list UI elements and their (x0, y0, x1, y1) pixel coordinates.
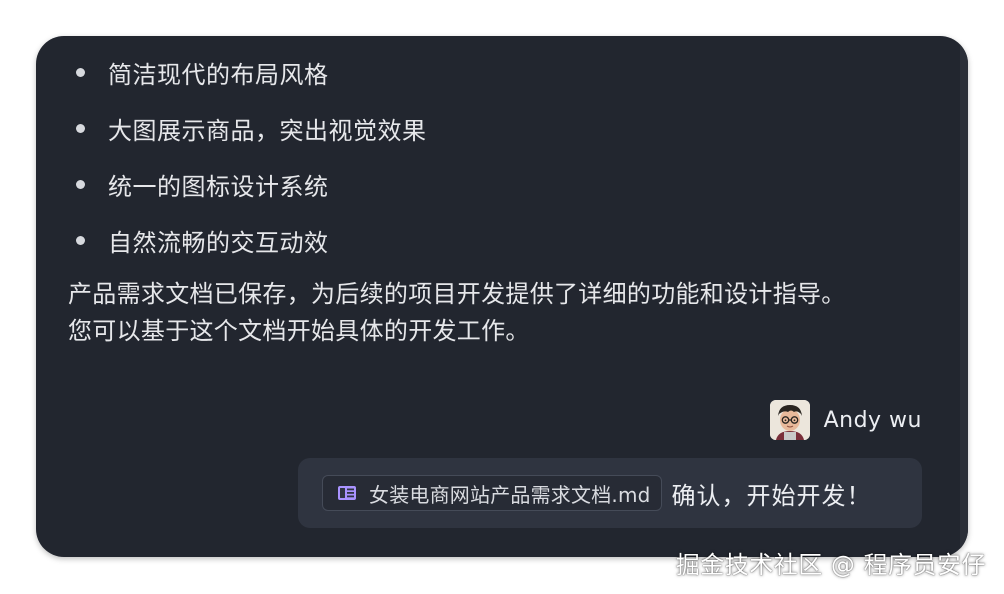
list-item-text: 统一的图标设计系统 (108, 172, 329, 201)
document-icon (338, 486, 356, 500)
bullet-dot (76, 123, 85, 133)
feature-list: 简洁现代的布局风格 大图展示商品，突出视觉效果 统一的图标设计系统 自然流畅的交… (76, 44, 427, 268)
list-item-text: 简洁现代的布局风格 (108, 60, 329, 89)
summary-line: 产品需求文档已保存，为后续的项目开发提供了详细的功能和设计指导。 (68, 280, 846, 308)
file-attachment-chip[interactable]: 女装电商网站产品需求文档.md (322, 475, 662, 511)
avatar-cartoon-icon[interactable] (769, 400, 810, 440)
list-item: 大图展示商品，突出视觉效果 (76, 100, 427, 156)
user-header: Andy wu (769, 400, 922, 440)
file-name: 女装电商网站产品需求文档.md (369, 482, 651, 507)
chat-panel: 简洁现代的布局风格 大图展示商品，突出视觉效果 统一的图标设计系统 自然流畅的交… (36, 36, 968, 557)
bullet-dot (76, 235, 85, 245)
message-text: 确认，开始开发！ (671, 481, 872, 510)
list-item-text: 大图展示商品，突出视觉效果 (108, 116, 427, 145)
watermark: 掘金技术社区 @ 程序员安仔 (675, 551, 986, 579)
user-name: Andy wu (823, 407, 922, 433)
scrollbar-track[interactable] (960, 36, 968, 557)
list-item: 统一的图标设计系统 (76, 156, 427, 212)
list-item: 自然流畅的交互动效 (76, 212, 427, 268)
assistant-summary: 产品需求文档已保存，为后续的项目开发提供了详细的功能和设计指导。 您可以基于这个… (68, 276, 928, 350)
user-message-bubble: 女装电商网站产品需求文档.md 确认，开始开发！ (298, 458, 922, 528)
bullet-dot (76, 179, 85, 189)
summary-line: 您可以基于这个文档开始具体的开发工作。 (68, 317, 530, 345)
list-item: 简洁现代的布局风格 (76, 44, 427, 100)
list-item-text: 自然流畅的交互动效 (108, 228, 329, 257)
bullet-dot (76, 67, 85, 77)
